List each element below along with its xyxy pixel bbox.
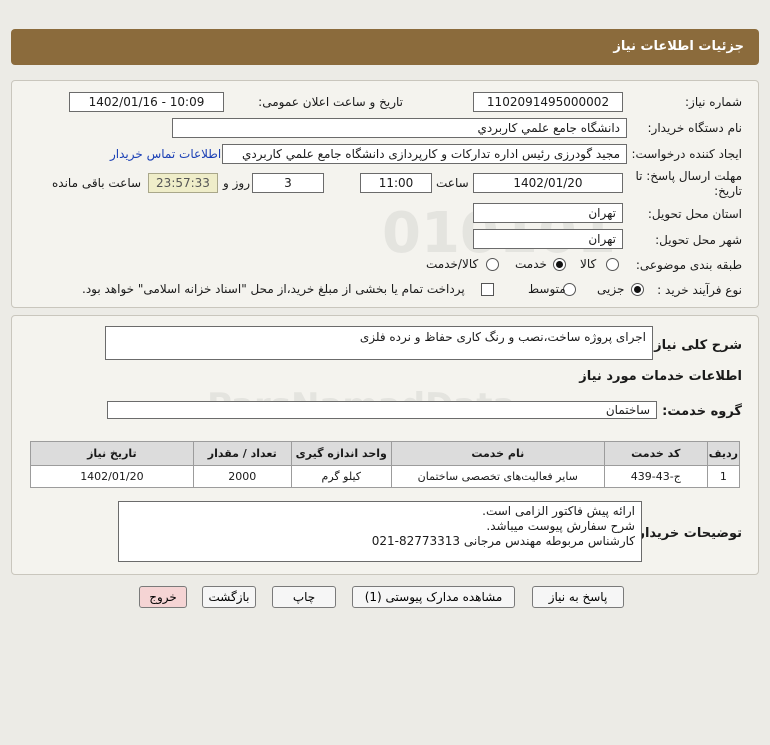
category-goods-label: کالا	[580, 257, 597, 271]
cell-date: 1402/01/20	[30, 465, 194, 488]
remaining-time-field: 23:57:33	[148, 173, 218, 193]
category-service-radio[interactable]	[553, 258, 566, 271]
col-row-header: ردیف	[706, 441, 741, 466]
buyer-org-field: دانشگاه جامع علمي كاربردي	[172, 118, 627, 138]
buyer-notes-label: توضیحات خریدار:	[632, 526, 742, 541]
col-code-header: کد خدمت	[603, 441, 708, 466]
buyer-note-line: شرح سفارش پیوست میباشد.	[486, 519, 635, 533]
print-button[interactable]: چاپ	[272, 586, 336, 608]
buyer-note-line: کارشناس مربوطه مهندس مرجانی 82773313-021	[371, 534, 635, 548]
col-qty-header: تعداد / مقدار	[192, 441, 292, 466]
deadline-time-field: 11:00	[360, 173, 432, 193]
page-header: جزئیات اطلاعات نیاز	[11, 29, 759, 65]
category-goods-radio[interactable]	[606, 258, 619, 271]
reply-button[interactable]: پاسخ به نیاز	[532, 586, 624, 608]
services-heading: اطلاعات خدمات مورد نیاز	[579, 369, 742, 384]
province-label: استان محل تحویل:	[647, 207, 742, 221]
need-number-label: شماره نیاز:	[685, 95, 742, 109]
process-type-label: نوع فرآیند خرید :	[657, 283, 742, 297]
cell-qty: 2000	[192, 465, 292, 488]
back-button[interactable]: بازگشت	[202, 586, 256, 608]
category-goods-service-label: کالا/خدمت	[426, 257, 479, 271]
exit-button[interactable]: خروج	[139, 586, 187, 608]
cell-code: ج-43-439	[603, 465, 708, 488]
process-medium-label: متوسط	[528, 282, 566, 296]
buyer-contact-link[interactable]: اطلاعات تماس خریدار	[110, 147, 221, 161]
page-title: جزئیات اطلاعات نیاز	[613, 39, 744, 54]
deadline-date-field: 1402/01/20	[473, 173, 623, 193]
category-goods-service-radio[interactable]	[486, 258, 499, 271]
days-field: 3	[252, 173, 324, 193]
deadline-label: مهلت ارسال پاسخ: تا	[635, 169, 742, 183]
creator-field: مجید گودرزی رئیس اداره تدارکات و کارپردا…	[222, 144, 627, 164]
col-unit-header: واحد اندازه گیری	[290, 441, 392, 466]
category-service-label: خدمت	[515, 257, 547, 271]
service-group-field: ساختمان	[107, 401, 657, 419]
col-name-header: نام خدمت	[390, 441, 605, 466]
table-header-row: ردیف کد خدمت نام خدمت واحد اندازه گیری ت…	[30, 441, 741, 466]
announce-datetime-label: تاریخ و ساعت اعلان عمومی:	[258, 95, 403, 109]
deadline-date-label: تاریخ:	[714, 184, 742, 198]
treasury-payment-checkbox[interactable]	[481, 283, 494, 296]
treasury-payment-note: پرداخت تمام یا بخشی از مبلغ خرید،از محل …	[82, 282, 465, 296]
process-minor-label: جزیی	[597, 282, 625, 296]
days-label: روز و	[223, 176, 250, 190]
view-attachments-button[interactable]: مشاهده مدارک پیوستی (1)	[352, 586, 515, 608]
buyer-org-label: نام دستگاه خریدار:	[647, 121, 743, 135]
need-info-panel: 010101 شماره نیاز: 1102091495000002 تاری…	[11, 80, 759, 308]
cell-unit: کیلو گرم	[290, 465, 392, 488]
process-minor-radio[interactable]	[631, 283, 644, 296]
remaining-time-label: ساعت باقی مانده	[52, 176, 142, 190]
province-field: تهران	[473, 203, 623, 223]
buyer-note-line: ارائه پیش فاکتور الزامی است.	[482, 504, 635, 518]
service-group-label: گروه خدمت:	[662, 404, 742, 419]
cell-row: 1	[706, 465, 741, 488]
summary-field: اجرای پروژه ساخت،نصب و رنگ کاری حفاظ و ن…	[105, 326, 653, 360]
deadline-time-label: ساعت	[436, 176, 469, 190]
creator-label: ایجاد کننده درخواست:	[631, 147, 742, 161]
category-label: طبقه بندی موضوعی:	[635, 258, 742, 272]
city-field: تهران	[473, 229, 623, 249]
need-number-field: 1102091495000002	[473, 92, 623, 112]
cell-name: سایر فعالیت‌های تخصصی ساختمان	[390, 465, 605, 488]
summary-label: شرح کلی نیاز:	[648, 338, 742, 353]
need-details-panel: ParsNamadData شرح کلی نیاز: اجرای پروژه …	[11, 315, 759, 575]
col-date-header: تاریخ نیاز	[30, 441, 194, 466]
announce-datetime-field: 1402/01/16 - 10:09	[69, 92, 224, 112]
buyer-notes-field: ارائه پیش فاکتور الزامی است. شرح سفارش پ…	[118, 501, 642, 562]
table-row: 1 ج-43-439 سایر فعالیت‌های تخصصی ساختمان…	[30, 465, 741, 488]
city-label: شهر محل تحویل:	[655, 233, 742, 247]
services-table: ردیف کد خدمت نام خدمت واحد اندازه گیری ت…	[30, 441, 741, 488]
